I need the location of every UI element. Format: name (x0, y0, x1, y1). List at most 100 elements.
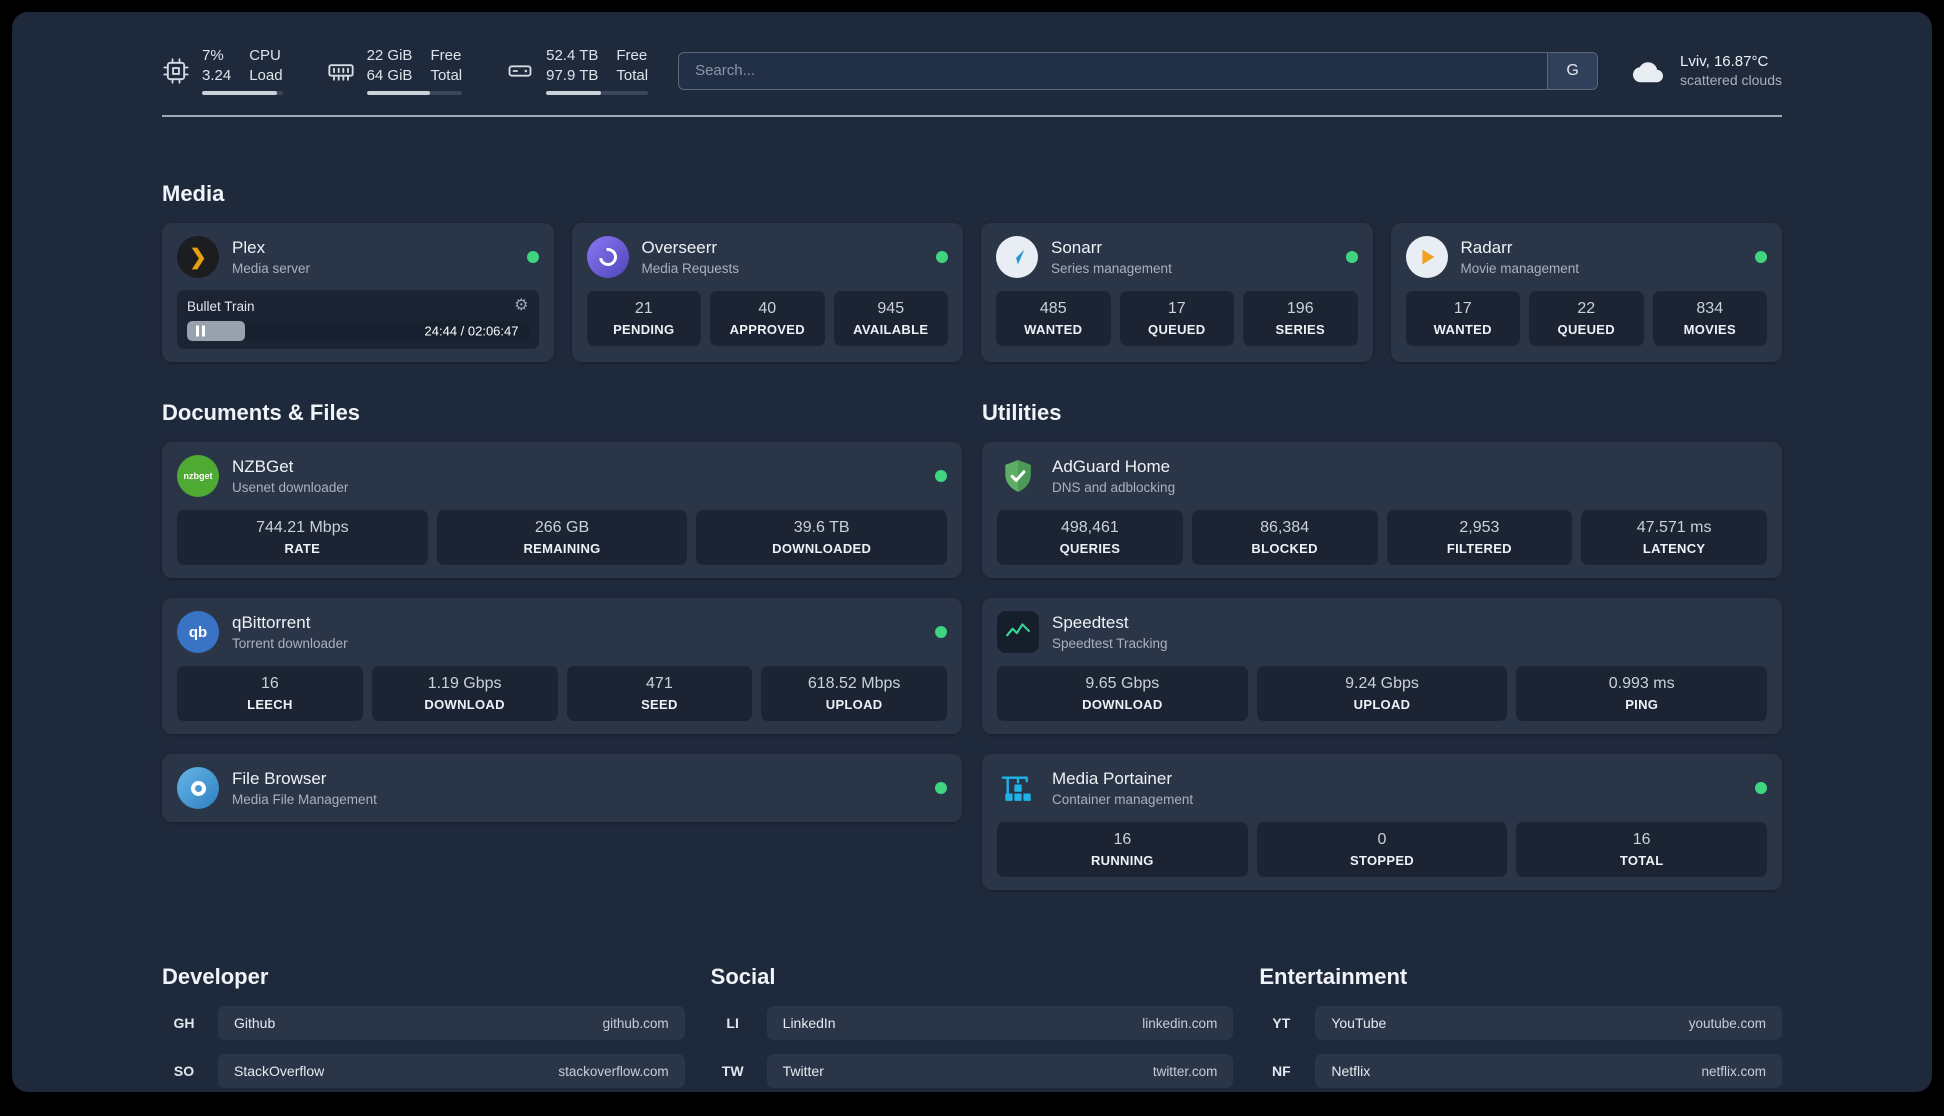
app-subtitle: Container management (1052, 792, 1194, 807)
bookmark-url: netflix.com (1701, 1063, 1766, 1079)
stat-queries: 498,461 QUERIES (997, 510, 1183, 565)
stat-queued: 17 QUEUED (1119, 291, 1234, 346)
sonarr-icon (996, 236, 1038, 278)
stat-download: 9.65 Gbps DOWNLOAD (997, 666, 1248, 721)
app-card-speedtest[interactable]: Speedtest Speedtest Tracking 9.65 Gbps D… (982, 598, 1782, 734)
disk-readout: 52.4 TB 97.9 TB Free Total (546, 46, 649, 95)
media-section-title: Media (162, 181, 225, 206)
stat-blocked: 86,384 BLOCKED (1191, 510, 1378, 565)
stat-wanted: 17 WANTED (1405, 291, 1520, 346)
app-card-sonarr[interactable]: Sonarr Series management 485 WANTED 17 Q… (981, 223, 1373, 362)
stat-wanted: 485 WANTED (996, 291, 1111, 346)
stat-upload: 618.52 Mbps UPLOAD (761, 666, 947, 721)
stat-leech: 16 LEECH (177, 666, 363, 721)
cpu-values: 7% 3.24 (202, 46, 231, 85)
now-playing-title: Bullet Train (187, 298, 255, 314)
app-card-overseerr[interactable]: Overseerr Media Requests 21 PENDING 40 A… (571, 223, 963, 362)
memory-values: 22 GiB 64 GiB (367, 46, 413, 85)
app-title: Radarr (1460, 238, 1513, 257)
bookmark-bar: StackOverflow stackoverflow.com (218, 1054, 685, 1088)
disk-total: 97.9 TB (546, 66, 599, 84)
stat-approved: 40 APPROVED (710, 291, 825, 346)
memory-labels: Free Total (430, 46, 462, 85)
bookmark-name: LinkedIn (782, 1015, 836, 1031)
memory-free-label: Free (430, 47, 462, 64)
bookmark-url: github.com (602, 1015, 669, 1031)
section-media: Media ❯ Plex Media server Bullet Train ⚙ (162, 181, 1782, 362)
bookmark-stackoverflow[interactable]: SO StackOverflow stackoverflow.com (162, 1054, 685, 1088)
app-card-nzbget[interactable]: nzbget NZBGet Usenet downloader 744.21 M… (162, 442, 962, 578)
bookmark-abbr: TW (721, 1063, 744, 1079)
bookmark-abbr: SO (173, 1063, 195, 1079)
bookmark-abbr: GH (173, 1015, 195, 1031)
section-developer: Developer GH Github github.com SO StackO… (162, 964, 685, 1092)
gear-icon[interactable]: ⚙ (514, 298, 528, 314)
app-subtitle: Movie management (1460, 261, 1580, 276)
app-title: Sonarr (1051, 238, 1103, 257)
disk-total-label: Total (616, 66, 649, 84)
memory-free: 22 GiB (366, 47, 413, 64)
stat-pending: 21 PENDING (586, 291, 701, 346)
cpu-widget: 7% 3.24 CPU Load (162, 46, 283, 95)
app-card-portainer[interactable]: Media Portainer Container management 16 … (982, 754, 1782, 890)
playback-time: 24:44 / 02:06:47 (424, 323, 519, 339)
app-subtitle: Torrent downloader (232, 636, 348, 651)
app-title: Speedtest (1052, 613, 1129, 632)
bookmark-url: twitter.com (1152, 1063, 1218, 1079)
speedtest-icon (997, 611, 1039, 653)
qbittorrent-icon: qb (177, 611, 219, 653)
section-utilities: Utilities AdGuard Home DNS and adblockin… (982, 400, 1782, 890)
entertainment-section-title: Entertainment (1259, 964, 1408, 989)
app-title: qBittorrent (232, 613, 311, 632)
disk-widget: 52.4 TB 97.9 TB Free Total (506, 46, 649, 95)
cpu-label: CPU (249, 47, 281, 64)
bookmark-twitter[interactable]: TW Twitter twitter.com (711, 1054, 1234, 1088)
app-subtitle: Speedtest Tracking (1052, 636, 1168, 651)
bookmark-github[interactable]: GH Github github.com (162, 1006, 685, 1040)
bookmark-bar: LinkedIn linkedin.com (766, 1006, 1234, 1040)
stat-ping: 0.993 ms PING (1516, 666, 1768, 721)
stat-rate: 744.21 Mbps RATE (177, 510, 428, 565)
bookmark-name: YouTube (1331, 1015, 1387, 1031)
status-dot (1755, 251, 1767, 263)
cpu-readout: 7% 3.24 CPU Load (202, 46, 283, 95)
filebrowser-icon (177, 767, 219, 809)
search-input[interactable] (679, 52, 1548, 89)
app-card-adguard[interactable]: AdGuard Home DNS and adblocking 498,461 … (982, 442, 1782, 578)
stat-filtered: 2,953 FILTERED (1386, 510, 1573, 565)
disk-icon (508, 64, 532, 77)
weather-location: Lviv, 16.87°C (1680, 53, 1769, 70)
app-subtitle: DNS and adblocking (1052, 480, 1176, 495)
app-title: Plex (232, 238, 266, 257)
app-card-plex[interactable]: ❯ Plex Media server Bullet Train ⚙ 24:44… (162, 223, 554, 362)
adguard-icon (997, 455, 1039, 497)
app-card-radarr[interactable]: Radarr Movie management 17 WANTED 22 QUE… (1390, 223, 1782, 362)
bookmark-bar: Github github.com (218, 1006, 685, 1040)
nzbget-icon: nzbget (177, 455, 219, 497)
app-card-filebrowser[interactable]: File Browser Media File Management (162, 754, 962, 822)
cpu-labels: CPU Load (249, 46, 282, 85)
stat-remaining: 266 GB REMAINING (436, 510, 688, 565)
app-subtitle: Media File Management (232, 792, 377, 807)
bookmark-url: linkedin.com (1142, 1015, 1218, 1031)
playback-progress-bar[interactable]: 24:44 / 02:06:47 (187, 321, 529, 341)
stat-stopped: 0 STOPPED (1256, 822, 1508, 877)
bookmark-name: StackOverflow (234, 1063, 325, 1079)
disk-labels: Free Total (616, 46, 648, 85)
memory-widget: 22 GiB 64 GiB Free Total (327, 46, 463, 95)
bookmark-youtube[interactable]: YT YouTube youtube.com (1259, 1006, 1782, 1040)
documents-section-title: Documents & Files (162, 400, 361, 425)
bookmark-url: stackoverflow.com (558, 1063, 669, 1079)
pause-icon[interactable] (196, 325, 205, 337)
status-dot (1755, 782, 1767, 794)
stat-total: 16 TOTAL (1516, 822, 1768, 877)
app-card-qbittorrent[interactable]: qb qBittorrent Torrent downloader 16 LEE… (162, 598, 962, 734)
search-provider-button[interactable]: G (1547, 52, 1598, 89)
bookmark-linkedin[interactable]: LI LinkedIn linkedin.com (711, 1006, 1234, 1040)
status-dot (1345, 251, 1358, 263)
bookmark-netflix[interactable]: NF Netflix netflix.com (1259, 1054, 1782, 1088)
cpu-percent: 7% (202, 47, 224, 64)
app-subtitle: Usenet downloader (232, 480, 349, 495)
stat-movies: 834 MOVIES (1652, 291, 1767, 346)
plex-icon: ❯ (177, 236, 219, 278)
